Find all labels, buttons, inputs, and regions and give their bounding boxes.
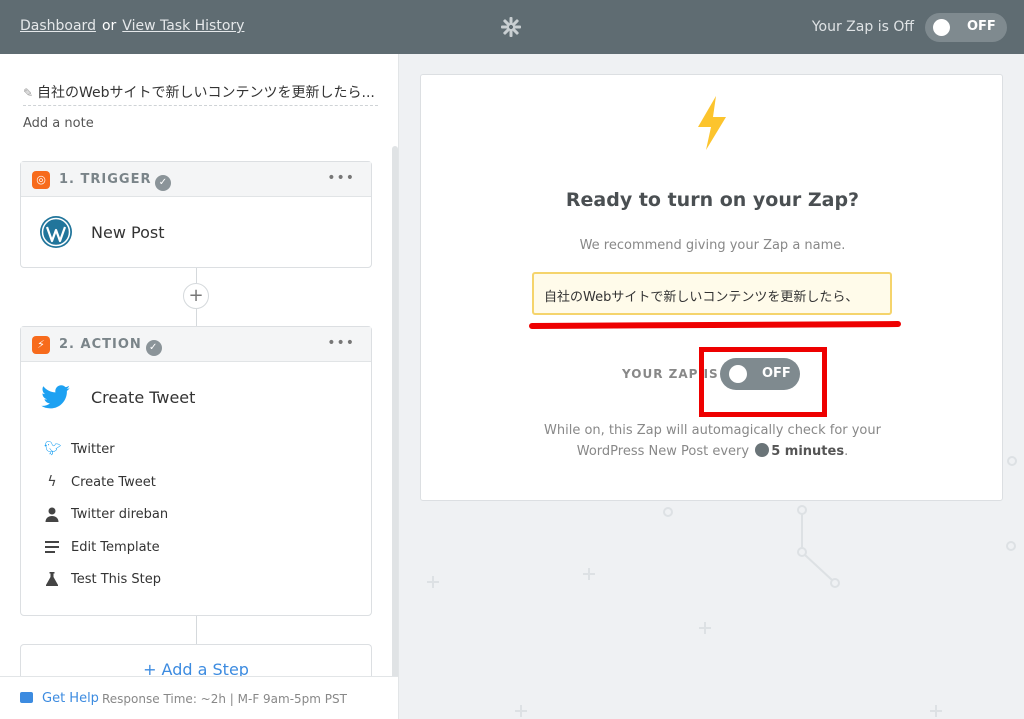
trigger-app-row[interactable]: New Post	[21, 197, 371, 267]
step-item-label: Twitter	[71, 442, 115, 457]
interval-value: 5 minutes	[771, 444, 845, 459]
zap-toggle-top[interactable]: OFF	[925, 13, 1007, 42]
action-card-header: ⚡ 2. ACTION ✓ •••	[21, 327, 371, 362]
toggle-label: OFF	[967, 19, 996, 34]
editor-panel: ✎ 自社のWebサイトで新しいコンテンツを更新したら... Add a note …	[0, 54, 399, 719]
recommend-text: We recommend giving your Zap a name.	[579, 238, 846, 253]
action-bolt-icon: ⚡	[32, 336, 50, 354]
connector-line	[196, 268, 197, 283]
flask-icon	[44, 571, 60, 587]
task-history-link[interactable]: View Task History	[122, 18, 244, 34]
lines-icon	[44, 539, 60, 555]
action-card[interactable]: ⚡ 2. ACTION ✓ ••• Create Tweet 🐦︎ Twitter…	[20, 326, 372, 616]
connector-line	[196, 309, 197, 326]
editor-scrollbar[interactable]	[392, 146, 398, 682]
step-item-test[interactable]: Test This Step	[21, 562, 371, 595]
zap-name-field[interactable]: ✎ 自社のWebサイトで新しいコンテンツを更新したら...	[23, 82, 378, 106]
turn-on-panel: Ready to turn on your Zap? We recommend …	[420, 74, 1003, 501]
add-note-link[interactable]: Add a note	[23, 116, 94, 131]
action-app-name: Create Tweet	[91, 388, 196, 407]
while-on-line1: While on, this Zap will automagically ch…	[544, 423, 881, 438]
step-item-label: Twitter direban	[71, 507, 169, 522]
twitter-bird-icon	[41, 385, 70, 409]
zap-status-area: Ready to turn on your Zap? We recommend …	[400, 54, 1024, 719]
step-item-action[interactable]: ϟ Create Tweet	[21, 465, 371, 498]
get-help-link[interactable]: Get Help	[42, 691, 99, 706]
trigger-title: 1. TRIGGER ✓	[59, 172, 172, 191]
trigger-app-name: New Post	[91, 223, 165, 242]
wordpress-icon	[40, 216, 72, 248]
response-time-text: Response Time: ~2h | M-F 9am-5pm PST	[102, 692, 347, 706]
step-item-label: Edit Template	[71, 539, 160, 555]
add-step-between-button[interactable]: +	[183, 283, 209, 309]
zap-status-text: Your Zap is Off	[811, 19, 914, 35]
action-menu-button[interactable]: •••	[327, 335, 355, 351]
highlight-box	[699, 347, 827, 417]
highlight-underline	[528, 321, 902, 329]
or-text: or	[101, 18, 117, 34]
check-icon: ✓	[145, 340, 162, 356]
top-bar: Dashboard or View Task History Your Zap is…	[0, 0, 1024, 54]
dashboard-link[interactable]: Dashboard	[20, 18, 96, 34]
connector-line	[196, 616, 197, 644]
while-on-text: While on, this Zap will automagically ch…	[421, 420, 1004, 462]
step-item-label: Create Tweet	[71, 474, 156, 490]
check-icon: ✓	[155, 175, 172, 191]
period: .	[844, 444, 849, 459]
panel-heading: Ready to turn on your Zap?	[565, 189, 860, 211]
trigger-card-header: ◎ 1. TRIGGER ✓ •••	[21, 162, 371, 197]
lightning-bolt-icon	[698, 96, 726, 150]
trigger-menu-button[interactable]: •••	[327, 170, 355, 186]
step-item-app[interactable]: 🐦︎ Twitter	[21, 432, 371, 465]
toggle-knob	[933, 19, 950, 36]
action-step-list: 🐦︎ Twitter ϟ Create Tweet Twitter direba…	[21, 432, 371, 607]
step-item-account[interactable]: Twitter direban	[21, 497, 371, 530]
action-title: 2. ACTION ✓	[59, 337, 162, 356]
trigger-icon: ◎	[32, 171, 50, 189]
step-item-template[interactable]: Edit Template	[21, 530, 371, 563]
twitter-icon: 🐦︎	[44, 441, 62, 457]
pencil-icon: ✎	[23, 86, 34, 100]
trigger-card[interactable]: ◎ 1. TRIGGER ✓ ••• New Post	[20, 161, 372, 268]
action-app-row[interactable]: Create Tweet	[21, 362, 371, 432]
user-icon	[44, 506, 60, 522]
clock-icon	[755, 443, 770, 457]
zap-name-text: 自社のWebサイトで新しいコンテンツを更新したら...	[37, 85, 375, 101]
top-nav: Dashboard or View Task History	[20, 18, 244, 34]
step-item-label: Test This Step	[71, 572, 162, 587]
chat-icon	[20, 692, 33, 703]
help-footer: Get Help Response Time: ~2h | M-F 9am-5p…	[0, 676, 398, 719]
bolt-icon: ϟ	[47, 473, 57, 490]
while-on-line2: WordPress New Post every	[576, 444, 750, 459]
zapier-logo-icon	[501, 17, 521, 37]
zap-name-input[interactable]: 自社のWebサイトで新しいコンテンツを更新したら、	[532, 272, 892, 315]
